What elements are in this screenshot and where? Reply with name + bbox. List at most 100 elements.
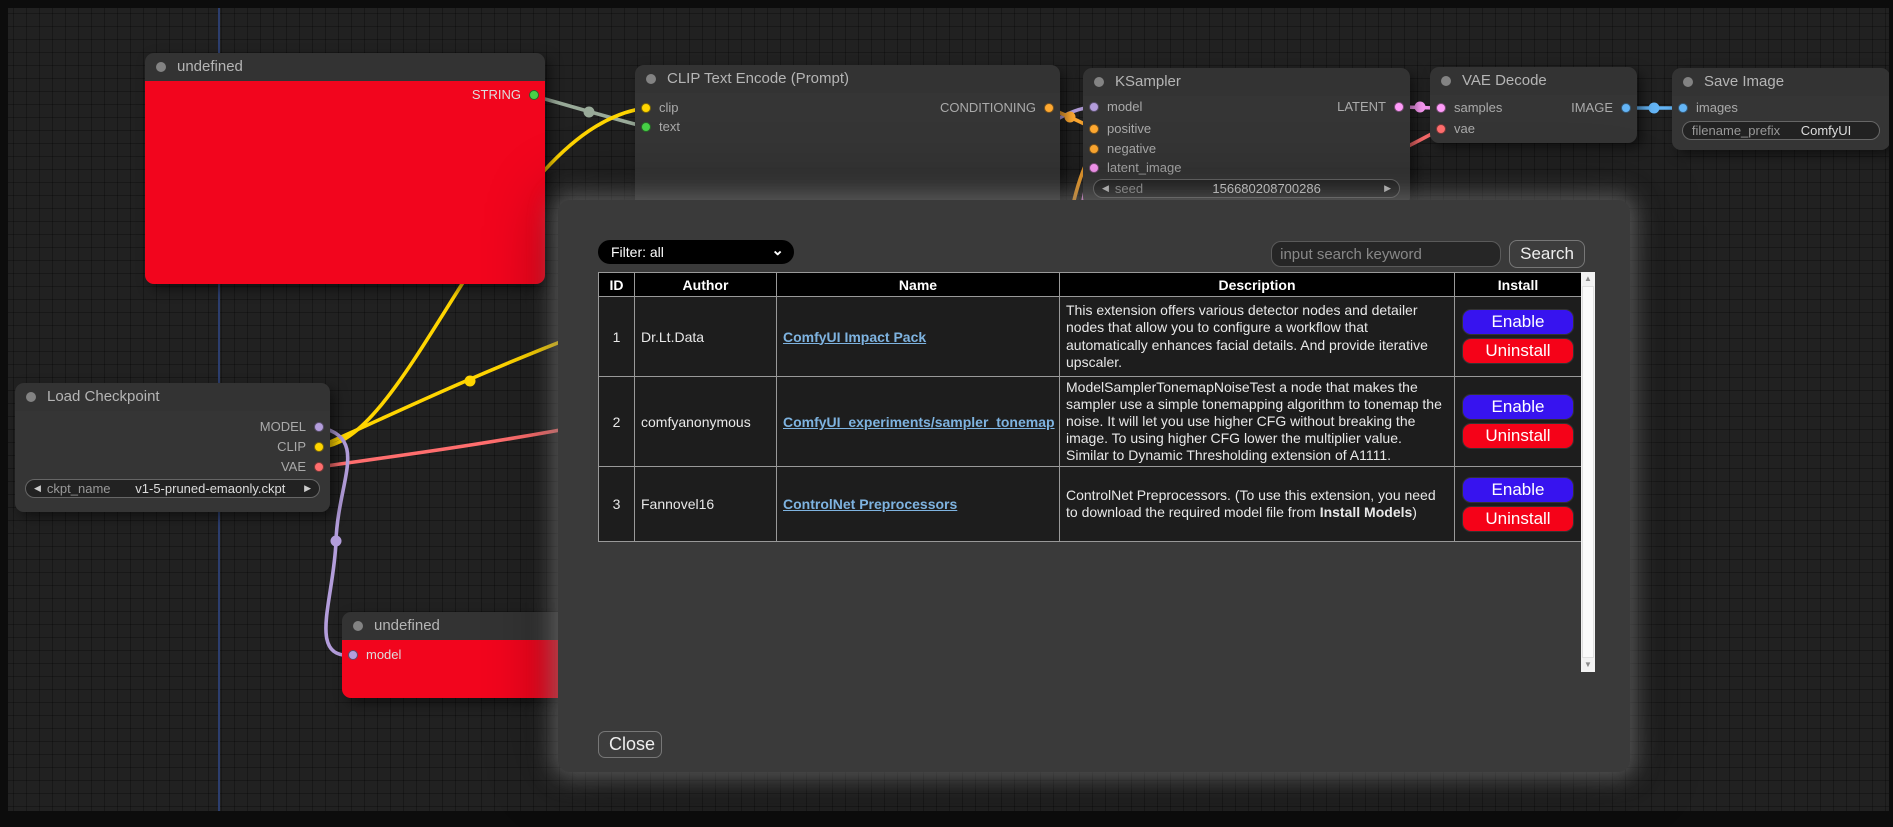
header-description: Description	[1060, 273, 1455, 297]
extension-row: 2 comfyanonymous ComfyUI_experiments/sam…	[599, 377, 1582, 467]
input-negative[interactable]: negative	[1083, 139, 1410, 159]
image-port-dot[interactable]	[1678, 103, 1688, 113]
collapse-dot-icon[interactable]	[1094, 77, 1104, 87]
conditioning-port-dot[interactable]	[1044, 103, 1054, 113]
node-clip-text-encode[interactable]: CLIP Text Encode (Prompt) clip text COND…	[635, 65, 1060, 210]
collapse-dot-icon[interactable]	[1441, 76, 1451, 86]
node-title-bar[interactable]: VAE Decode	[1430, 67, 1637, 95]
input-model[interactable]: model	[342, 645, 570, 665]
node-body: model positive negative latent_image LAT…	[1083, 96, 1410, 206]
port-label: model	[366, 647, 401, 662]
port-label: IMAGE	[1571, 100, 1613, 115]
collapse-dot-icon[interactable]	[1683, 77, 1693, 87]
node-title: Save Image	[1704, 73, 1784, 90]
collapse-dot-icon[interactable]	[353, 621, 363, 631]
node-body: model	[342, 640, 570, 698]
enable-button[interactable]: Enable	[1462, 477, 1574, 503]
extension-link[interactable]: ControlNet Preprocessors	[783, 496, 957, 512]
node-save-image[interactable]: Save Image images filename_prefix ComfyU…	[1672, 68, 1890, 150]
model-port-dot[interactable]	[314, 422, 324, 432]
output-latent[interactable]: LATENT	[1083, 97, 1410, 117]
node-undefined-bottom[interactable]: undefined model	[342, 612, 570, 698]
scrollbar-thumb[interactable]	[1582, 286, 1594, 658]
search-area: Search	[1271, 240, 1585, 268]
node-body: MODEL CLIP VAE ◀ ckpt_name v1-5-pruned-e…	[15, 411, 330, 512]
port-label: vae	[1454, 121, 1475, 136]
table-header-row: ID Author Name Description Install	[599, 273, 1582, 297]
uninstall-button[interactable]: Uninstall	[1462, 423, 1574, 449]
canvas-edge	[0, 0, 8, 827]
uninstall-button[interactable]: Uninstall	[1462, 506, 1574, 532]
increment-arrow-icon[interactable]: ▶	[304, 479, 311, 498]
scroll-down-icon[interactable]: ▼	[1581, 658, 1595, 672]
text-port-dot[interactable]	[641, 122, 651, 132]
widget-value[interactable]: 156680208700286	[1149, 181, 1384, 196]
node-title-bar[interactable]: Load Checkpoint	[15, 383, 330, 411]
conditioning-port-dot[interactable]	[1089, 124, 1099, 134]
node-undefined-top[interactable]: undefined STRING	[145, 53, 545, 284]
enable-button[interactable]: Enable	[1462, 394, 1574, 420]
extension-link[interactable]: ComfyUI Impact Pack	[783, 329, 926, 345]
collapse-dot-icon[interactable]	[156, 62, 166, 72]
conditioning-port-dot[interactable]	[1089, 144, 1099, 154]
node-body: images filename_prefix ComfyUI	[1672, 96, 1890, 150]
widget-value[interactable]: ComfyUI	[1781, 123, 1871, 138]
node-title-bar[interactable]: undefined	[145, 53, 545, 81]
widget-value[interactable]: v1-5-pruned-emaonly.ckpt	[117, 481, 305, 496]
port-label: CONDITIONING	[940, 100, 1036, 115]
latent-port-dot[interactable]	[1394, 102, 1404, 112]
app-window: undefined STRING CLIP Text Encode (Promp…	[0, 0, 1893, 827]
clip-port-dot[interactable]	[314, 442, 324, 452]
enable-button[interactable]: Enable	[1462, 309, 1574, 335]
string-port-dot[interactable]	[529, 90, 539, 100]
canvas-edge	[1889, 0, 1893, 827]
node-title-bar[interactable]: CLIP Text Encode (Prompt)	[635, 65, 1060, 93]
node-title: undefined	[374, 617, 440, 634]
cell-author: Fannovel16	[635, 467, 777, 542]
vae-port-dot[interactable]	[314, 462, 324, 472]
model-port-dot[interactable]	[348, 650, 358, 660]
input-text[interactable]: text	[635, 117, 1060, 137]
description-text: ModelSamplerTonemapNoiseTest a node that…	[1066, 379, 1442, 463]
node-title-bar[interactable]: undefined	[342, 612, 570, 640]
search-input[interactable]	[1271, 241, 1501, 267]
output-conditioning[interactable]: CONDITIONING	[635, 98, 1060, 118]
output-image[interactable]: IMAGE	[1430, 98, 1637, 118]
close-button[interactable]: Close	[598, 731, 662, 758]
node-title-bar[interactable]: Save Image	[1672, 68, 1890, 96]
node-title-bar[interactable]: KSampler	[1083, 68, 1410, 96]
output-vae[interactable]: VAE	[15, 457, 330, 477]
decrement-arrow-icon[interactable]: ◀	[34, 479, 41, 498]
image-port-dot[interactable]	[1621, 103, 1631, 113]
scrollbar[interactable]: ▲ ▼	[1581, 272, 1595, 672]
node-title: undefined	[177, 58, 243, 75]
node-load-checkpoint[interactable]: Load Checkpoint MODEL CLIP VAE ◀ ckpt_na…	[15, 383, 330, 512]
seed-widget[interactable]: ◀ seed 156680208700286 ▶	[1093, 179, 1400, 198]
increment-arrow-icon[interactable]: ▶	[1384, 179, 1391, 198]
search-button[interactable]: Search	[1509, 240, 1585, 268]
description-text: )	[1412, 504, 1417, 520]
collapse-dot-icon[interactable]	[646, 74, 656, 84]
uninstall-button[interactable]: Uninstall	[1462, 338, 1574, 364]
input-latent-image[interactable]: latent_image	[1083, 158, 1410, 178]
vae-port-dot[interactable]	[1436, 124, 1446, 134]
ckpt-name-widget[interactable]: ◀ ckpt_name v1-5-pruned-emaonly.ckpt ▶	[25, 479, 320, 498]
port-label: CLIP	[277, 439, 306, 454]
wire-image-dot	[1649, 103, 1660, 114]
collapse-dot-icon[interactable]	[26, 392, 36, 402]
widget-label: ckpt_name	[47, 481, 111, 496]
output-model[interactable]: MODEL	[15, 417, 330, 437]
output-string[interactable]: STRING	[145, 85, 545, 105]
filename-prefix-widget[interactable]: filename_prefix ComfyUI	[1682, 121, 1880, 140]
decrement-arrow-icon[interactable]: ◀	[1102, 179, 1109, 198]
output-clip[interactable]: CLIP	[15, 437, 330, 457]
latent-port-dot[interactable]	[1089, 163, 1099, 173]
scroll-up-icon[interactable]: ▲	[1581, 272, 1595, 286]
node-vae-decode[interactable]: VAE Decode samples vae IMAGE	[1430, 67, 1637, 143]
input-positive[interactable]: positive	[1083, 119, 1410, 139]
input-vae[interactable]: vae	[1430, 119, 1637, 139]
filter-select[interactable]: Filter: all	[598, 240, 794, 264]
extension-link[interactable]: ComfyUI_experiments/sampler_tonemap	[783, 414, 1055, 430]
node-ksampler[interactable]: KSampler model positive negative latent_…	[1083, 68, 1410, 206]
input-images[interactable]: images	[1672, 98, 1890, 118]
